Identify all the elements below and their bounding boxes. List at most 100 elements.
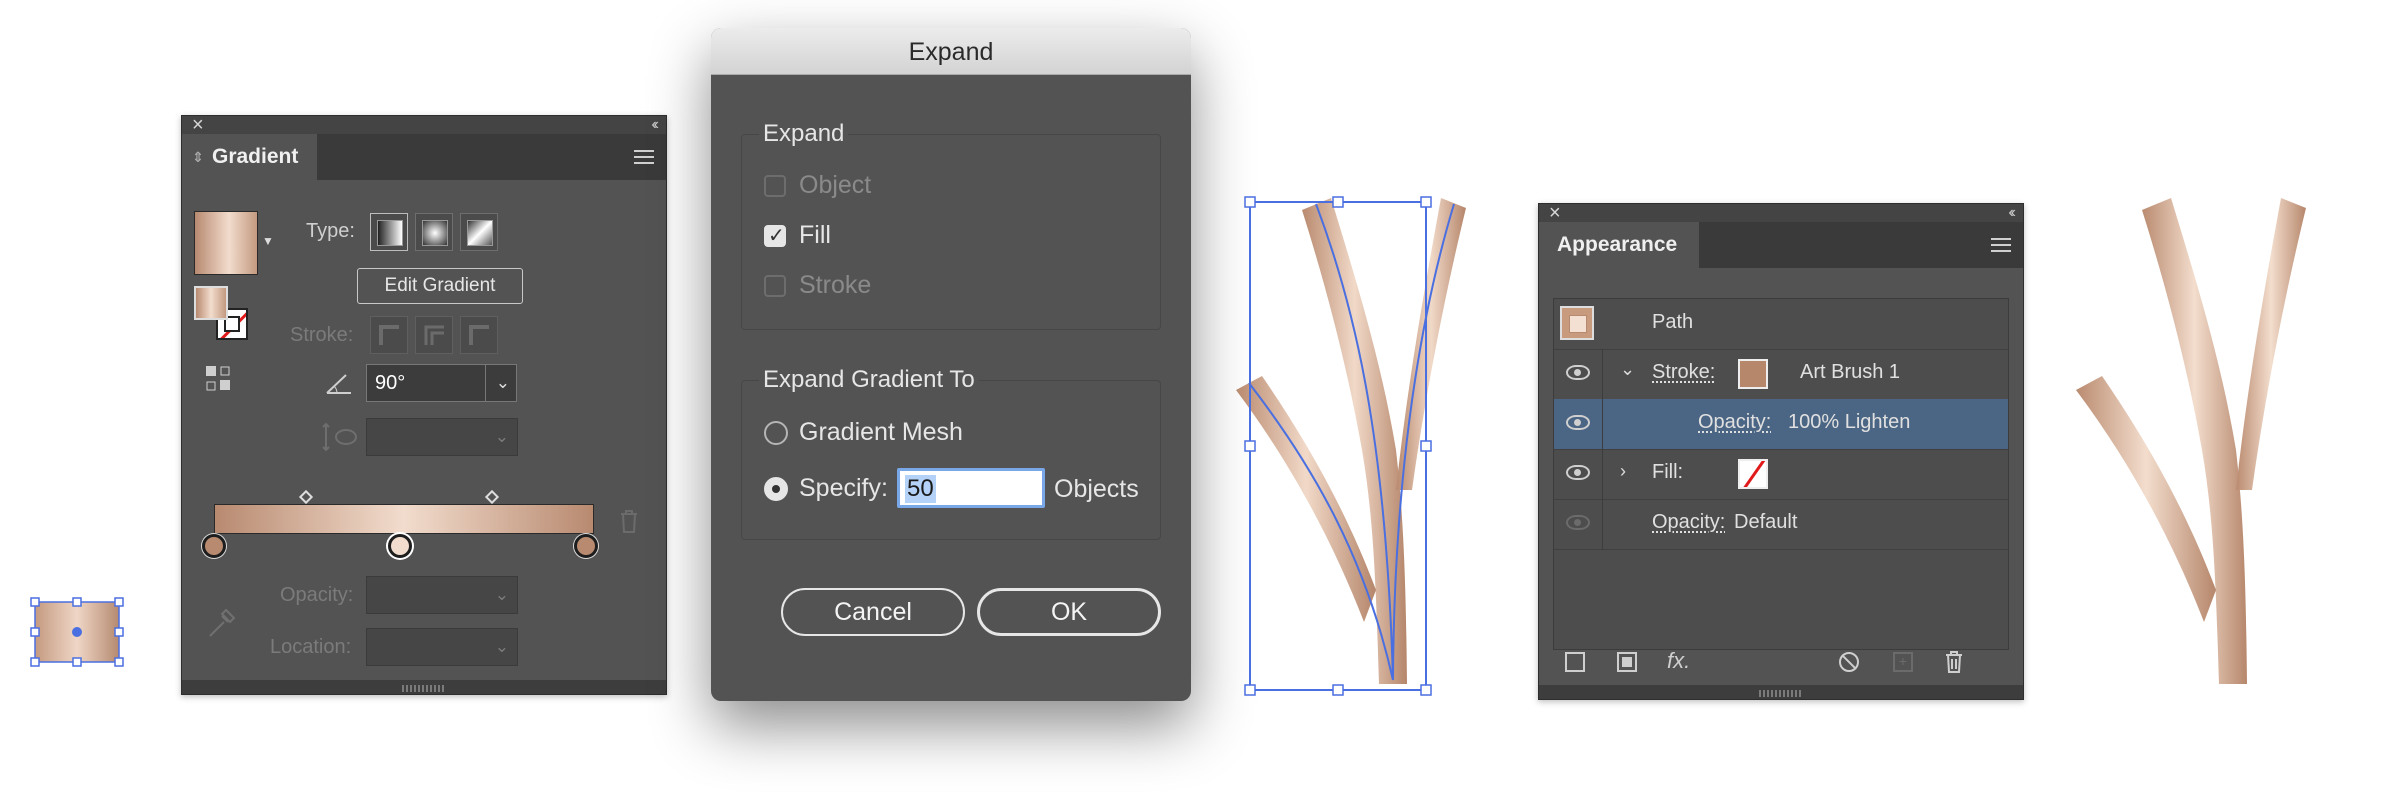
chevron-right-icon[interactable]: › [1620, 461, 1626, 482]
stroke-row[interactable]: ⌄ Stroke: Art Brush 1 [1554, 349, 2008, 400]
branch-artwork-selected[interactable] [1236, 190, 1476, 700]
stroke-opacity-value: 100% Lighten [1788, 411, 1911, 433]
chevron-down-icon[interactable]: ⌄ [1620, 359, 1635, 380]
object-checkbox [764, 175, 786, 197]
fill-row[interactable]: › Fill: [1554, 449, 2008, 500]
expand-group-title: Expand [759, 120, 849, 148]
visibility-eye-icon[interactable] [1566, 465, 1590, 480]
clear-appearance-icon[interactable] [1839, 652, 1859, 672]
visibility-eye-icon[interactable] [1566, 415, 1590, 430]
specify-label[interactable]: Specify: [799, 474, 888, 503]
swap-fill-stroke-icon[interactable] [204, 364, 234, 394]
aspect-ratio-field: ⌄ [366, 418, 518, 456]
tab-label: Appearance [1557, 233, 1678, 256]
cancel-button[interactable]: Cancel [781, 588, 965, 636]
edit-gradient-tooltip: Edit Gradient [357, 268, 523, 304]
tab-appearance[interactable]: Appearance [1539, 222, 1699, 268]
swatch-dropdown-icon[interactable]: ▼ [262, 234, 274, 248]
color-stop-right[interactable] [574, 534, 598, 558]
panel-title-bar: × ‹‹ [182, 115, 666, 135]
stroke-label[interactable]: Stroke: [1652, 361, 1715, 384]
opacity-value: Default [1734, 511, 1798, 533]
fill-swatch[interactable] [194, 286, 228, 320]
tab-label: Gradient [212, 145, 299, 168]
stroke-label: Stroke [799, 271, 872, 299]
selection-bounding-box [30, 597, 124, 667]
expand-gradient-group [741, 380, 1161, 540]
tooltip-text: Edit Gradient [384, 275, 496, 296]
chevron-down-icon: ⌄ [494, 637, 509, 656]
gradient-rectangle-selected[interactable] [30, 596, 124, 668]
tab-arrows-icon: ⇕ [192, 149, 204, 165]
specify-radio[interactable] [764, 477, 788, 501]
collapse-icon[interactable]: ‹‹ [2008, 203, 2015, 223]
panel-tab-row: ⇕ Gradient [182, 134, 666, 180]
stroke-label: Stroke: [290, 324, 354, 346]
delete-item-icon[interactable] [1943, 649, 1965, 680]
close-icon[interactable]: × [1549, 203, 1561, 223]
tab-gradient[interactable]: ⇕ Gradient [182, 134, 317, 180]
fill-label: Fill: [1652, 461, 1684, 483]
panel-menu-icon[interactable] [1991, 234, 2011, 256]
visibility-eye-icon[interactable] [1566, 365, 1590, 380]
panel-resize-bar[interactable] [182, 680, 666, 694]
close-icon[interactable]: × [192, 115, 204, 135]
delete-stop-icon [618, 508, 640, 539]
opacity-row[interactable]: Opacity: Default [1554, 499, 2008, 550]
chevron-down-icon: ⌄ [494, 585, 509, 604]
linear-gradient-button[interactable] [370, 213, 408, 251]
gradient-mesh-label[interactable]: Gradient Mesh [799, 418, 963, 447]
midpoint-diamond-left[interactable] [298, 489, 314, 505]
panel-title-bar: × ‹‹ [1539, 203, 2023, 223]
dialog-title: Expand [908, 38, 994, 66]
gradient-slider[interactable] [214, 504, 594, 534]
fill-checkbox[interactable] [764, 223, 786, 248]
angle-value[interactable]: 90° [375, 372, 405, 395]
branch-with-paths [1236, 196, 1466, 696]
dialog-title-bar: Expand [711, 28, 1191, 75]
gradient-panel: × ‹‹ ⇕ Gradient ▼ Type: Edit Gradient St… [181, 115, 667, 695]
path-row[interactable]: Path [1554, 299, 2008, 350]
angle-icon [324, 370, 354, 401]
gradient-ramp[interactable] [214, 504, 594, 534]
freeform-gradient-button[interactable] [460, 213, 498, 251]
opacity-label: Opacity: [280, 584, 354, 606]
appearance-panel: × ‹‹ Appearance Path ⌄ Stroke: Art Brush… [1538, 203, 2024, 700]
expand-dialog: Expand Expand Object Fill Stroke Expand … [711, 28, 1191, 701]
collapse-icon[interactable]: ‹‹ [651, 115, 658, 135]
object-label: Object [799, 171, 872, 199]
panel-menu-icon[interactable] [634, 146, 654, 168]
panel-resize-bar[interactable] [1539, 685, 2023, 699]
add-stroke-icon[interactable] [1565, 652, 1585, 672]
expand-gradient-group-title: Expand Gradient To [759, 366, 979, 394]
fill-stroke-widget[interactable] [194, 286, 254, 346]
stroke-color-swatch[interactable] [1738, 359, 1768, 389]
fill-label[interactable]: Fill [799, 221, 831, 250]
branch-artwork-result [2076, 190, 2316, 700]
ok-button[interactable]: OK [977, 588, 1161, 636]
specify-value[interactable]: 50 [905, 475, 936, 503]
angle-field[interactable]: 90° [366, 364, 486, 402]
gradient-mesh-radio[interactable] [764, 421, 788, 445]
path-label: Path [1652, 311, 1694, 333]
duplicate-item-icon: + [1893, 652, 1913, 672]
location-label: Location: [270, 636, 352, 658]
specify-input[interactable]: 50 [897, 468, 1045, 508]
gradient-swatch[interactable] [194, 211, 258, 275]
expanded-branch [2076, 198, 2306, 684]
radial-gradient-button[interactable] [415, 213, 453, 251]
stroke-value: Art Brush 1 [1800, 361, 1901, 383]
color-stop-middle[interactable] [388, 534, 412, 558]
chevron-down-icon: ⌄ [494, 427, 509, 446]
opacity-label[interactable]: Opacity: [1652, 511, 1725, 534]
color-stop-left[interactable] [202, 534, 226, 558]
stroke-opacity-row[interactable]: Opacity: 100% Lighten [1554, 399, 2008, 450]
fill-none-swatch[interactable] [1738, 459, 1768, 489]
stroke-opacity-label[interactable]: Opacity: [1698, 411, 1771, 434]
angle-dropdown[interactable]: ⌄ [485, 364, 517, 402]
objects-label: Objects [1054, 475, 1139, 503]
add-fill-icon[interactable] [1617, 652, 1637, 672]
midpoint-diamond-right[interactable] [484, 489, 500, 505]
panel-tab-row: Appearance [1539, 222, 2023, 268]
fx-icon[interactable]: fx. [1667, 648, 1690, 674]
